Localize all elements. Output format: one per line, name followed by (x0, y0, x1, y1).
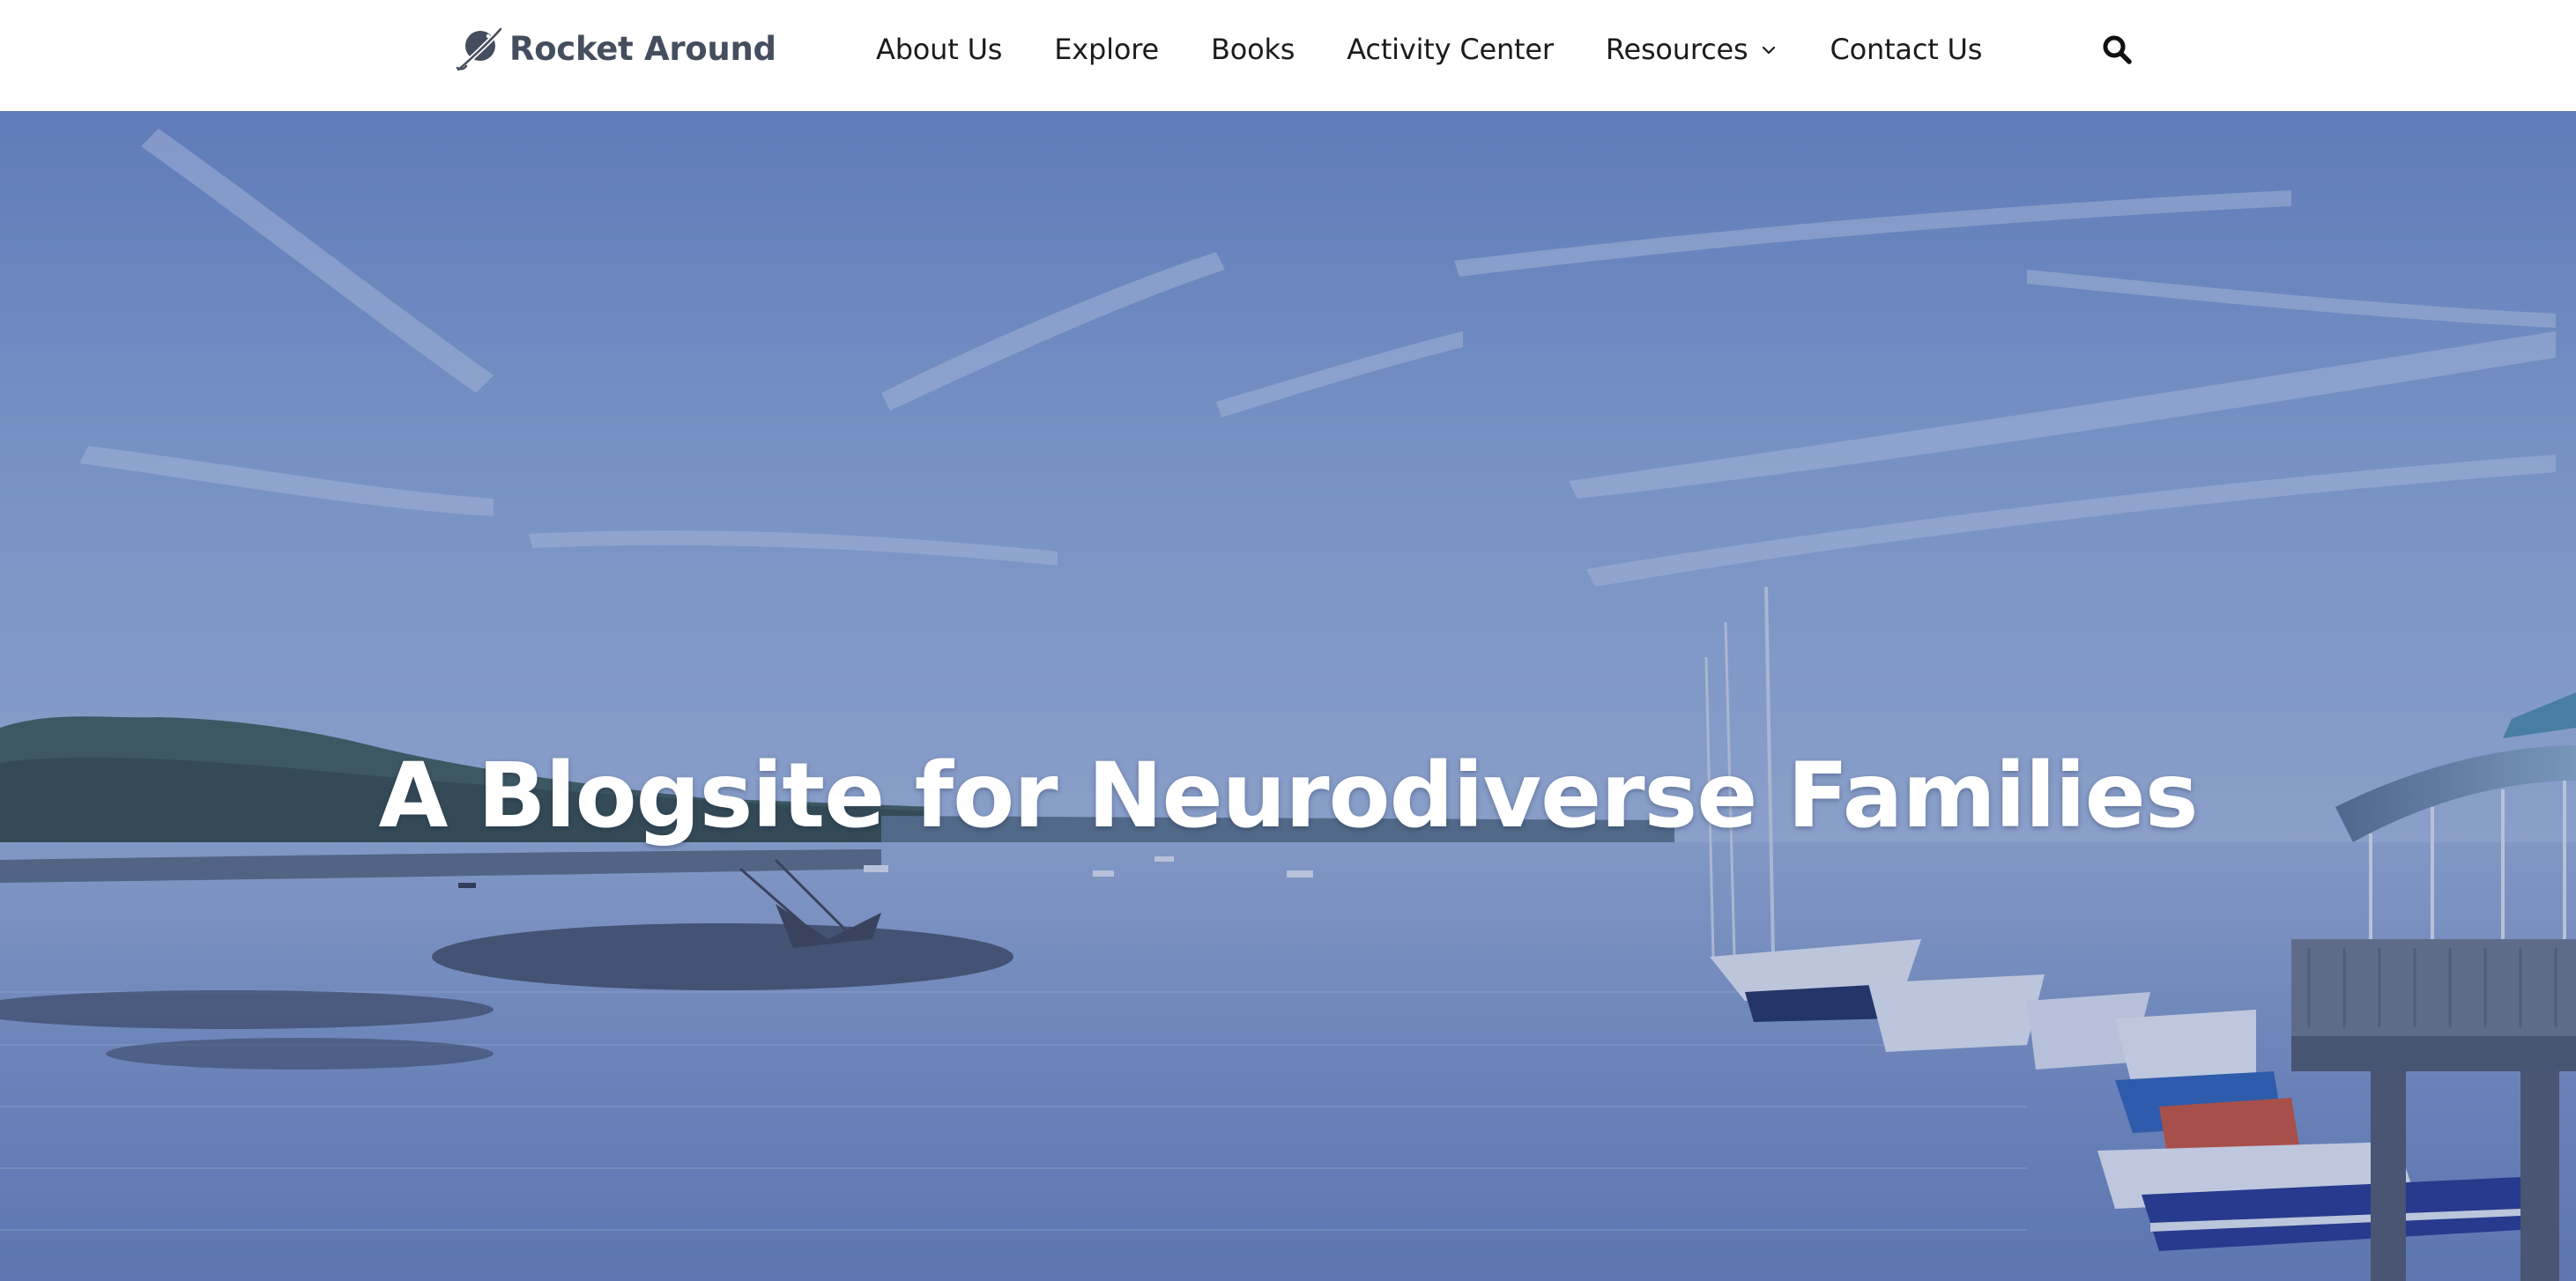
search-button[interactable] (2101, 33, 2133, 65)
nav-item-label: Resources (1605, 33, 1748, 66)
hero-overlay (0, 111, 2576, 1281)
nav-item-contact-us[interactable]: Contact Us (1830, 33, 1982, 66)
hero-title: A Blogsite for Neurodiverse Families (378, 744, 2198, 848)
nav-item-activity-center[interactable]: Activity Center (1347, 33, 1554, 66)
site-header: Rocket Around About Us Explore Books Act… (0, 0, 2576, 111)
planet-rocket-icon (456, 26, 503, 72)
nav-item-label: About Us (876, 33, 1003, 66)
search-icon (2103, 35, 2132, 64)
chevron-down-icon (1763, 46, 1776, 55)
main-nav: About Us Explore Books Activity Center R… (876, 0, 1982, 99)
nav-item-resources[interactable]: Resources (1606, 33, 1778, 66)
site-logo[interactable]: Rocket Around (455, 23, 776, 74)
nav-item-label: Explore (1054, 33, 1159, 66)
hero-banner: A Blogsite for Neurodiverse Families (0, 111, 2576, 1281)
nav-item-explore[interactable]: Explore (1054, 33, 1159, 66)
logo-text: Rocket Around (509, 29, 776, 68)
nav-item-label: Contact Us (1830, 33, 1983, 66)
nav-item-label: Activity Center (1347, 33, 1554, 66)
nav-item-label: Books (1210, 33, 1295, 66)
nav-item-about-us[interactable]: About Us (876, 33, 1002, 66)
nav-item-books[interactable]: Books (1211, 33, 1295, 66)
